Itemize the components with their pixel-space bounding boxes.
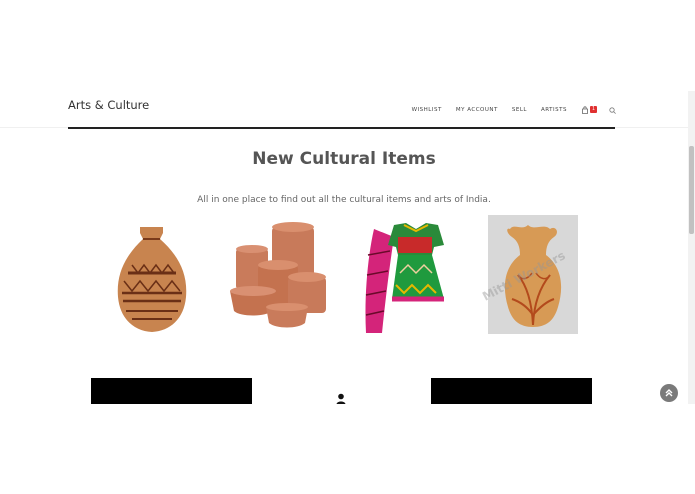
site-header: Arts & Culture WISHLIST MY ACCOUNT SELL … xyxy=(0,91,688,128)
scrollbar-thumb[interactable] xyxy=(689,146,694,234)
double-chevron-up-icon xyxy=(665,389,673,397)
cart-count-badge: 1 xyxy=(590,106,597,113)
feature-card-left[interactable] xyxy=(91,378,252,404)
embroidered-dress-image xyxy=(365,223,444,333)
search-icon xyxy=(609,107,616,114)
scroll-to-top-button[interactable] xyxy=(660,384,678,402)
shopping-bag-icon xyxy=(582,106,588,114)
cart-button[interactable]: 1 xyxy=(581,106,597,114)
section-subtitle: All in one place to find out all the cul… xyxy=(197,195,491,205)
search-button[interactable] xyxy=(609,101,616,119)
main-nav: WISHLIST MY ACCOUNT SELL ARTISTS 1 xyxy=(398,101,616,119)
product-painted-vase[interactable]: Mitti Workers xyxy=(480,215,578,339)
clay-pots-image xyxy=(230,222,326,328)
nav-sell[interactable]: SELL xyxy=(512,107,527,113)
header-divider xyxy=(68,127,615,129)
section-title: New Cultural Items xyxy=(252,149,436,169)
nav-my-account[interactable]: MY ACCOUNT xyxy=(456,107,498,113)
feature-card-right[interactable] xyxy=(431,378,592,404)
product-clay-pots[interactable] xyxy=(226,215,326,339)
product-terracotta-vase[interactable] xyxy=(102,215,202,339)
terracotta-vase-image xyxy=(117,227,187,332)
product-embroidered-dress[interactable] xyxy=(360,215,460,339)
nav-wishlist[interactable]: WISHLIST xyxy=(412,107,442,113)
user-icon xyxy=(336,393,346,404)
scrollbar-track[interactable] xyxy=(688,91,695,404)
nav-artists[interactable]: ARTISTS xyxy=(541,107,567,113)
site-brand[interactable]: Arts & Culture xyxy=(68,98,149,112)
page-viewport: Arts & Culture WISHLIST MY ACCOUNT SELL … xyxy=(0,91,688,404)
